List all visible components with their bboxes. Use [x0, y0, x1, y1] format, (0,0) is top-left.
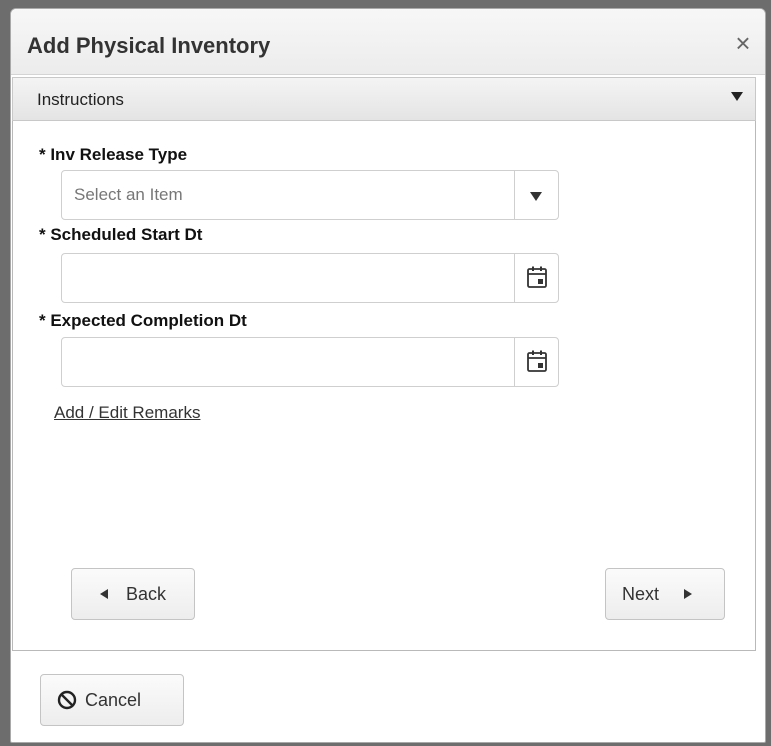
next-button[interactable]: Next [605, 568, 725, 620]
release-type-placeholder: Select an Item [74, 185, 183, 204]
cancel-button[interactable]: Cancel [40, 674, 184, 726]
cancel-button-label: Cancel [85, 690, 142, 710]
back-button[interactable]: Back [71, 568, 195, 620]
chevron-right-icon [684, 589, 692, 599]
completion-date-label: * Expected Completion Dt [39, 311, 247, 330]
form-panel: * Inv Release Type Select an Item * Sche… [12, 121, 756, 651]
release-type-label: * Inv Release Type [39, 145, 188, 164]
dialog-title: Add Physical Inventory [27, 33, 271, 58]
release-type-select[interactable]: Select an Item [61, 170, 559, 220]
calendar-icon [527, 266, 547, 288]
chevron-down-icon [731, 92, 743, 101]
dialog-titlebar: Add Physical Inventory × [11, 9, 765, 75]
start-date-input[interactable] [61, 253, 559, 303]
instructions-label: Instructions [37, 90, 124, 109]
chevron-down-icon [530, 192, 542, 201]
start-date-calendar-button[interactable] [514, 254, 558, 302]
next-button-label: Next [622, 584, 660, 604]
completion-date-input[interactable] [61, 337, 559, 387]
chevron-left-icon [100, 589, 108, 599]
ban-icon [57, 690, 77, 710]
close-icon[interactable]: × [729, 29, 757, 57]
back-button-label: Back [126, 584, 167, 604]
start-date-label: * Scheduled Start Dt [39, 225, 203, 244]
add-edit-remarks-link[interactable]: Add / Edit Remarks [54, 403, 200, 423]
release-type-dropdown-button[interactable] [514, 171, 558, 219]
completion-date-calendar-button[interactable] [514, 338, 558, 386]
instructions-toggle[interactable]: Instructions [12, 77, 756, 121]
calendar-icon [527, 350, 547, 372]
